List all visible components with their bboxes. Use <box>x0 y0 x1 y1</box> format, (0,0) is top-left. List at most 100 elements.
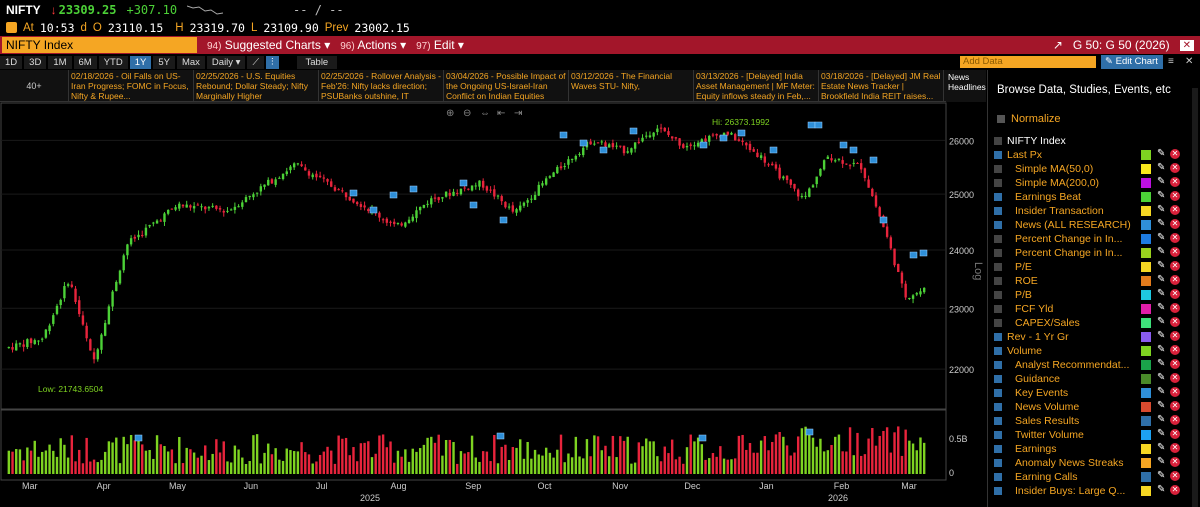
anomaly-icon[interactable] <box>1141 458 1151 468</box>
legend-checkbox[interactable] <box>994 151 1002 159</box>
legend-checkbox[interactable] <box>994 291 1002 299</box>
key-events-icon[interactable] <box>1141 388 1151 398</box>
pencil-icon[interactable]: ✎ <box>1157 400 1165 411</box>
range-button-1y[interactable]: 1Y <box>129 55 152 69</box>
legend-checkbox[interactable] <box>994 417 1002 425</box>
legend-checkbox[interactable] <box>994 165 1002 173</box>
remove-icon[interactable]: ✕ <box>1170 345 1180 355</box>
range-button-3d[interactable]: 3D <box>24 55 47 69</box>
legend-checkbox[interactable] <box>994 137 1002 145</box>
range-button-ytd[interactable]: YTD <box>98 55 128 69</box>
color-swatch[interactable] <box>1141 234 1151 244</box>
candle-chart-icon[interactable]: ⫶ <box>266 55 279 69</box>
earnings-icon[interactable] <box>1141 444 1151 454</box>
legend-checkbox[interactable] <box>994 487 1002 495</box>
suggested-charts-button[interactable]: 94) Suggested Charts ▾ <box>207 38 330 52</box>
pencil-icon[interactable]: ✎ <box>1157 484 1165 495</box>
house-icon[interactable] <box>1141 360 1151 370</box>
news-icon[interactable] <box>1141 220 1151 230</box>
actions-button[interactable]: 96) Actions ▾ <box>340 38 406 52</box>
legend-row[interactable]: Insider Buys: Large Q... ✎ ✕ <box>994 484 1199 498</box>
legend-row[interactable]: Rev - 1 Yr Gr ✎ ✕ <box>994 330 1199 344</box>
pencil-icon[interactable]: ✎ <box>1157 386 1165 397</box>
legend-checkbox[interactable] <box>994 473 1002 481</box>
pencil-icon[interactable]: ✎ <box>1157 470 1165 481</box>
remove-icon[interactable]: ✕ <box>1170 485 1180 495</box>
legend-row[interactable]: Simple MA(50,0) ✎ ✕ <box>994 162 1199 176</box>
legend-row[interactable]: NIFTY Index <box>994 134 1199 148</box>
panel-scrollbar[interactable] <box>1192 88 1198 507</box>
pencil-icon[interactable]: ✎ <box>1157 246 1165 257</box>
chart-id-label[interactable]: G 50: G 50 (2026) <box>1073 38 1170 52</box>
remove-icon[interactable]: ✕ <box>1170 317 1180 327</box>
legend-row[interactable]: Simple MA(200,0) ✎ ✕ <box>994 176 1199 190</box>
news-headlines-button[interactable]: News Headlines <box>946 70 986 102</box>
color-swatch[interactable] <box>1141 164 1151 174</box>
sales-icon[interactable] <box>1141 416 1151 426</box>
remove-icon[interactable]: ✕ <box>1170 261 1180 271</box>
legend-checkbox[interactable] <box>994 361 1002 369</box>
remove-icon[interactable]: ✕ <box>1170 471 1180 481</box>
legend-row[interactable]: Sales Results ✎ ✕ <box>994 414 1199 428</box>
legend-row[interactable]: Twitter Volume ✎ ✕ <box>994 428 1199 442</box>
pencil-icon[interactable]: ✎ <box>1157 442 1165 453</box>
legend-checkbox[interactable] <box>994 277 1002 285</box>
pencil-icon[interactable]: ✎ <box>1157 358 1165 369</box>
color-swatch[interactable] <box>1141 178 1151 188</box>
legend-checkbox[interactable] <box>994 221 1002 229</box>
check-icon[interactable] <box>1141 192 1151 202</box>
legend-row[interactable]: Key Events ✎ ✕ <box>994 386 1199 400</box>
news-item[interactable]: 02/25/2026 - Rollover Analysis - Feb'26:… <box>319 70 444 101</box>
pencil-icon[interactable]: ✎ <box>1157 148 1165 159</box>
normalize-checkbox[interactable] <box>997 115 1005 123</box>
remove-icon[interactable]: ✕ <box>1170 429 1180 439</box>
remove-icon[interactable]: ✕ <box>1170 205 1180 215</box>
remove-icon[interactable]: ✕ <box>1170 233 1180 243</box>
legend-row[interactable]: Anomaly News Streaks ✎ ✕ <box>994 456 1199 470</box>
legend-checkbox[interactable] <box>994 403 1002 411</box>
pencil-icon[interactable]: ✎ <box>1157 162 1165 173</box>
add-data-input[interactable]: Add Data <box>960 56 1096 68</box>
menu-icon[interactable]: ≡ <box>1168 56 1182 68</box>
edit-button[interactable]: 97) Edit ▾ <box>416 38 464 52</box>
legend-row[interactable]: Earnings ✎ ✕ <box>994 442 1199 456</box>
remove-icon[interactable]: ✕ <box>1170 359 1180 369</box>
legend-checkbox[interactable] <box>994 445 1002 453</box>
pencil-icon[interactable]: ✎ <box>1157 316 1165 327</box>
pencil-icon[interactable]: ✎ <box>1157 176 1165 187</box>
legend-checkbox[interactable] <box>994 375 1002 383</box>
close-icon[interactable]: ✕ <box>1179 39 1194 51</box>
news-item[interactable]: 02/25/2026 - U.S. Equities Rebound; Doll… <box>194 70 319 101</box>
remove-icon[interactable]: ✕ <box>1170 457 1180 467</box>
close-panel-icon[interactable]: ✕ <box>1185 56 1197 68</box>
legend-row[interactable]: P/B ✎ ✕ <box>994 288 1199 302</box>
news-more-button[interactable]: 40+ <box>0 70 69 101</box>
frequency-select[interactable]: Daily ▾ <box>206 55 246 69</box>
legend-row[interactable]: ROE ✎ ✕ <box>994 274 1199 288</box>
pencil-icon[interactable]: ✎ <box>1157 190 1165 201</box>
legend-checkbox[interactable] <box>994 333 1002 341</box>
twitter-icon[interactable] <box>1141 430 1151 440</box>
insider-buys-icon[interactable] <box>1141 486 1151 496</box>
insider-icon[interactable] <box>1141 206 1151 216</box>
legend-row[interactable]: News Volume ✎ ✕ <box>994 400 1199 414</box>
legend-checkbox[interactable] <box>994 389 1002 397</box>
remove-icon[interactable]: ✕ <box>1170 177 1180 187</box>
ticker[interactable]: NIFTY <box>6 3 41 17</box>
color-swatch[interactable] <box>1141 318 1151 328</box>
normalize-toggle[interactable]: Normalize <box>997 113 1061 125</box>
news-item[interactable]: 03/12/2026 - The Financial Waves STU- Ni… <box>569 70 694 101</box>
pencil-icon[interactable]: ✎ <box>1157 330 1165 341</box>
color-swatch[interactable] <box>1141 290 1151 300</box>
remove-icon[interactable]: ✕ <box>1170 401 1180 411</box>
legend-checkbox[interactable] <box>994 179 1002 187</box>
table-button[interactable]: Table <box>296 55 338 69</box>
remove-icon[interactable]: ✕ <box>1170 219 1180 229</box>
legend-row[interactable]: Last Px ✎ ✕ <box>994 148 1199 162</box>
range-button-1m[interactable]: 1M <box>48 55 72 69</box>
color-swatch[interactable] <box>1141 150 1151 160</box>
remove-icon[interactable]: ✕ <box>1170 191 1180 201</box>
legend-row[interactable]: Percent Change in In... ✎ ✕ <box>994 246 1199 260</box>
pencil-icon[interactable]: ✎ <box>1157 414 1165 425</box>
legend-row[interactable]: CAPEX/Sales ✎ ✕ <box>994 316 1199 330</box>
